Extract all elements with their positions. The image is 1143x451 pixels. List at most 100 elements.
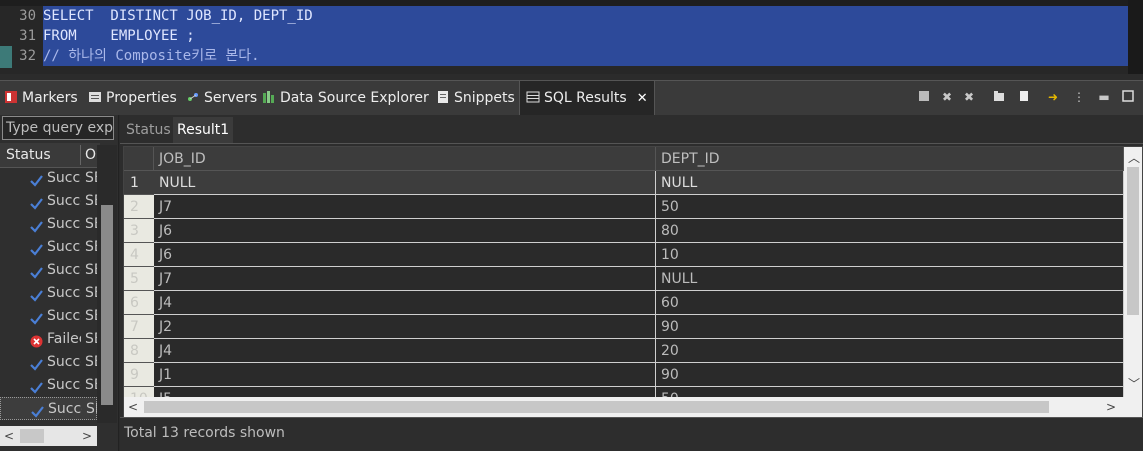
- tab-label: SQL Results: [544, 90, 627, 106]
- column-header-dept-id[interactable]: DEPT_ID: [656, 147, 1124, 171]
- history-operation-text: SE: [85, 308, 97, 324]
- table-row[interactable]: 8 J4 20: [124, 339, 1124, 363]
- arrow-right-icon[interactable]: ➜: [1046, 90, 1060, 104]
- minimize-icon[interactable]: ▬: [1097, 90, 1111, 104]
- success-check-icon: [30, 172, 43, 187]
- history-row[interactable]: SucceSE: [0, 167, 97, 190]
- scroll-right-icon[interactable]: >: [1106, 400, 1116, 414]
- cell-dept-id[interactable]: 50: [656, 195, 1124, 219]
- history-row[interactable]: SucceSE: [0, 374, 97, 397]
- history-row[interactable]: FailecSE: [0, 328, 97, 351]
- row-number: 6: [124, 291, 154, 315]
- column-divider[interactable]: [80, 145, 81, 165]
- code-text[interactable]: SELECT DISTINCT JOB_ID, DEPT_ID: [43, 6, 1128, 26]
- scroll-up-icon[interactable]: ︿: [1128, 149, 1140, 166]
- table-row[interactable]: 9 J1 90: [124, 363, 1124, 387]
- cell-dept-id[interactable]: 20: [656, 339, 1124, 363]
- table-row[interactable]: 6 J4 60: [124, 291, 1124, 315]
- cell-dept-id[interactable]: NULL: [656, 267, 1124, 291]
- success-check-icon: [30, 310, 43, 325]
- history-status-text: Succe: [47, 216, 81, 232]
- code-line-31[interactable]: 31 FROM EMPLOYEE ;: [0, 26, 1128, 46]
- table-row[interactable]: 4 J6 10: [124, 243, 1124, 267]
- history-status-text: Succe: [47, 170, 81, 186]
- folder-icon[interactable]: [992, 90, 1006, 104]
- table-row[interactable]: 1 NULL NULL: [124, 171, 1124, 195]
- tab-result1[interactable]: Result1: [173, 117, 234, 143]
- close-icon[interactable]: ✕: [637, 91, 648, 106]
- scroll-thumb[interactable]: [101, 205, 113, 405]
- remove-all-icon[interactable]: ✖: [962, 90, 976, 104]
- results-tab-bar: Status Result1: [120, 115, 1143, 144]
- tab-status[interactable]: Status: [126, 117, 171, 143]
- cell-dept-id[interactable]: 90: [656, 363, 1124, 387]
- scroll-right-icon[interactable]: >: [82, 429, 92, 443]
- column-header-job-id[interactable]: JOB_ID: [154, 147, 656, 171]
- tab-servers[interactable]: Servers: [186, 81, 257, 115]
- scrollbar-corner: [1124, 397, 1142, 417]
- code-line-32[interactable]: 32 // 하나의 Composite키로 본다.: [0, 46, 1128, 66]
- cell-job-id[interactable]: J1: [154, 363, 656, 387]
- history-row[interactable]: SucceSE: [0, 190, 97, 213]
- remove-icon[interactable]: ✖: [940, 90, 954, 104]
- table-row[interactable]: 7 J2 90: [124, 315, 1124, 339]
- history-row[interactable]: SucceSE: [0, 305, 97, 328]
- column-header-operation[interactable]: O: [85, 143, 96, 167]
- cell-dept-id[interactable]: 80: [656, 219, 1124, 243]
- cell-job-id[interactable]: J6: [154, 219, 656, 243]
- history-row[interactable]: SucceSE: [0, 259, 97, 282]
- cell-dept-id[interactable]: 90: [656, 315, 1124, 339]
- row-number: 9: [124, 363, 154, 387]
- grid-horizontal-scrollbar[interactable]: < >: [124, 397, 1124, 417]
- scroll-thumb[interactable]: [20, 429, 44, 443]
- code-text[interactable]: // 하나의 Composite키로 본다.: [43, 46, 1128, 66]
- tab-snippets[interactable]: Snippets: [436, 81, 515, 115]
- table-row[interactable]: 2 J7 50: [124, 195, 1124, 219]
- tab-data-source-explorer[interactable]: Data Source Explorer: [262, 81, 429, 115]
- table-row[interactable]: 3 J6 80: [124, 219, 1124, 243]
- success-check-icon: [30, 218, 43, 233]
- history-row[interactable]: SucceSE: [0, 236, 97, 259]
- history-operation-text: SE: [85, 331, 97, 347]
- scroll-thumb[interactable]: [144, 401, 1049, 413]
- tab-properties[interactable]: Properties: [88, 81, 177, 115]
- cell-job-id[interactable]: J2: [154, 315, 656, 339]
- cell-dept-id[interactable]: NULL: [656, 171, 1124, 195]
- history-row[interactable]: SucceSE: [0, 397, 97, 420]
- cell-dept-id[interactable]: 10: [656, 243, 1124, 267]
- history-status-text: Succe: [48, 401, 82, 417]
- history-horizontal-scrollbar[interactable]: < >: [0, 426, 97, 446]
- editor-scrollbar[interactable]: [1128, 0, 1143, 74]
- scroll-left-icon[interactable]: <: [128, 400, 138, 414]
- code-line-30[interactable]: 30 SELECT DISTINCT JOB_ID, DEPT_ID: [0, 6, 1128, 26]
- cell-job-id[interactable]: J4: [154, 339, 656, 363]
- tab-sql-results[interactable]: SQL Results ✕: [519, 81, 655, 115]
- stop-icon[interactable]: [917, 90, 931, 104]
- cell-job-id[interactable]: J7: [154, 195, 656, 219]
- history-status-text: Succe: [47, 308, 81, 324]
- grid-vertical-scrollbar[interactable]: ︿ ﹀: [1124, 147, 1142, 397]
- table-row[interactable]: 5 J7 NULL: [124, 267, 1124, 291]
- cell-job-id[interactable]: NULL: [154, 171, 656, 195]
- code-text[interactable]: FROM EMPLOYEE ;: [43, 26, 1128, 46]
- cell-dept-id[interactable]: 60: [656, 291, 1124, 315]
- tab-markers[interactable]: Markers: [4, 81, 78, 115]
- cell-job-id[interactable]: J4: [154, 291, 656, 315]
- history-row[interactable]: SucceSE: [0, 351, 97, 374]
- document-icon[interactable]: [1017, 90, 1031, 104]
- history-panel: Type query expr Status O SucceSESucceSES…: [0, 115, 119, 451]
- scroll-down-icon[interactable]: ﹀: [1128, 375, 1140, 392]
- maximize-icon[interactable]: [1121, 90, 1135, 104]
- column-header-status[interactable]: Status: [6, 143, 51, 167]
- cell-job-id[interactable]: J7: [154, 267, 656, 291]
- view-menu-icon[interactable]: ⋮: [1072, 90, 1086, 104]
- query-filter-input[interactable]: Type query expr: [2, 116, 114, 140]
- sql-editor[interactable]: 30 SELECT DISTINCT JOB_ID, DEPT_ID 31 FR…: [0, 0, 1143, 74]
- history-operation-text: SE: [85, 170, 97, 186]
- history-row[interactable]: SucceSE: [0, 282, 97, 305]
- history-row[interactable]: SucceSE: [0, 213, 97, 236]
- cell-job-id[interactable]: J6: [154, 243, 656, 267]
- scroll-thumb[interactable]: [1127, 167, 1139, 315]
- scroll-left-icon[interactable]: <: [4, 429, 14, 443]
- history-vertical-scrollbar[interactable]: [97, 145, 117, 423]
